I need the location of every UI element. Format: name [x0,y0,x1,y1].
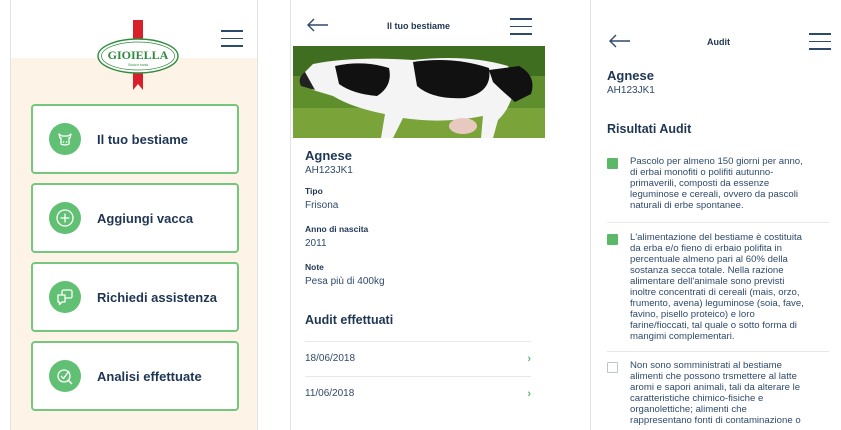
audit-result-item: L'alimentazione del bestiame è costituit… [607,232,829,342]
back-arrow-icon[interactable] [609,34,631,48]
audit-row[interactable]: 11/06/2018 › [305,376,531,410]
result-line: organolettiche; alimenti che [630,404,747,415]
tile-label: Aggiungi vacca [97,210,194,226]
audit-date: 18/06/2018 [305,353,356,364]
result-text: Non sono somministrati al bestiame alime… [630,360,801,426]
tile-analisi-effettuate[interactable]: Analisi effettuate [31,341,239,411]
chevron-right-icon: › [527,387,531,400]
page-title: Il tuo bestiame [387,21,451,31]
chevron-right-icon: › [527,352,531,365]
result-line: frumento, avena) leguminose (soia, fave, [630,298,804,309]
home-screen: GIOIELLA Gusto e bontà Il tuo bestiame A… [10,0,258,430]
page-title: Audit [707,37,730,47]
result-line: alimenti che possono trsmettere al latte [630,371,797,382]
result-divider [607,351,829,352]
tile-aggiungi-vacca[interactable]: Aggiungi vacca [31,183,239,253]
tile-richiedi-assistenza[interactable]: Richiedi assistenza [31,262,239,332]
result-text: L'alimentazione del bestiame è costituit… [630,232,804,342]
cow-header: Agnese AH123JK1 [305,148,353,176]
chat-bubbles-icon [49,281,81,313]
result-line: rappresentano fonti di contaminazione o [630,415,801,426]
field-tipo: Tipo Frisona [305,186,338,211]
hamburger-menu-icon[interactable] [221,30,243,48]
cow-name: Agnese [607,68,654,83]
logo-tagline: Gusto e bontà [128,63,148,67]
result-line: inoltre concentrati di cereali (mais, or… [630,287,800,298]
tile-label: Il tuo bestiame [97,131,189,147]
cow-header: Agnese AH123JK1 [607,68,655,96]
result-text: Pascolo per almeno 150 giorni per anno, … [630,156,803,211]
result-line: Non sono somministrati al bestiame [630,360,782,371]
tile-label: Richiedi assistenza [97,289,217,305]
audit-date: 11/06/2018 [305,388,355,399]
field-label: Anno di nascita [305,224,369,234]
audit-result-item: Non sono somministrati al bestiame alime… [607,360,829,426]
logo-brand: GIOIELLA [108,48,169,62]
cow-icon [49,123,81,155]
back-arrow-icon[interactable] [307,18,329,32]
field-label: Note [305,262,324,272]
field-value: Pesa più di 400kg [305,276,385,287]
cow-code: AH123JK1 [607,85,655,96]
result-line: percentuale almeno pari al 60% della [630,254,788,265]
audits-section-title: Audit effettuati [305,313,394,327]
livestock-detail-screen: Il tuo bestiame Agnese AH123JK1 Tipo Fri… [290,0,545,430]
gioiella-logo: GIOIELLA Gusto e bontà [97,20,179,90]
field-value: Frisona [305,200,339,211]
cow-name: Agnese [305,148,352,163]
cow-code: AH123JK1 [305,165,353,176]
checkbox-unchecked[interactable] [607,362,618,373]
hamburger-menu-icon[interactable] [510,18,532,36]
audit-detail-screen: Audit Agnese AH123JK1 Risultati Audit Pa… [590,0,835,430]
result-line: sostanza secca totale. Nella razione [630,265,784,276]
cow-photo [293,46,545,138]
result-line: di erbai monofiti o polifiti autunno- [630,167,774,178]
analysis-icon [49,360,81,392]
field-label: Tipo [305,186,323,196]
audit-result-item: Pascolo per almeno 150 giorni per anno, … [607,156,829,211]
result-line: primaverili, composti da essenze [630,178,770,189]
result-line: L'alimentazione del bestiame è costituit… [630,232,802,243]
result-line: aromi e sapori animali, tali da alterare… [630,382,801,393]
tile-il-tuo-bestiame[interactable]: Il tuo bestiame [31,104,239,174]
result-line: favino, pisello proteico) e loro [630,309,755,320]
result-line: farine/fioccati, tal quale o sotto forma… [630,320,797,331]
result-line: Pascolo per almeno 150 giorni per anno, [630,156,803,167]
field-anno-di-nascita: Anno di nascita 2011 [305,224,368,249]
result-line: alimentare dell'animale sono previsti [630,276,785,287]
hamburger-menu-icon[interactable] [809,33,831,51]
result-line: caratteristiche chimico-fisiche e [630,393,764,404]
audit-row[interactable]: 18/06/2018 › [305,341,531,375]
checkbox-checked[interactable] [607,158,618,169]
field-value: 2011 [305,238,327,249]
checkbox-checked[interactable] [607,234,618,245]
result-divider [607,222,829,223]
result-line: naturali di erbe spontanee. [630,200,744,211]
tile-label: Analisi effettuate [97,368,202,384]
field-note: Note Pesa più di 400kg [305,262,385,287]
result-line: da erba e/o fieno di erbaio polifita in [630,243,783,254]
plus-circle-icon [49,202,81,234]
results-title: Risultati Audit [607,122,692,136]
result-line: leguminose e cereali, ovvero da pascoli [630,189,798,200]
result-line: mangimi complementari. [630,331,735,342]
